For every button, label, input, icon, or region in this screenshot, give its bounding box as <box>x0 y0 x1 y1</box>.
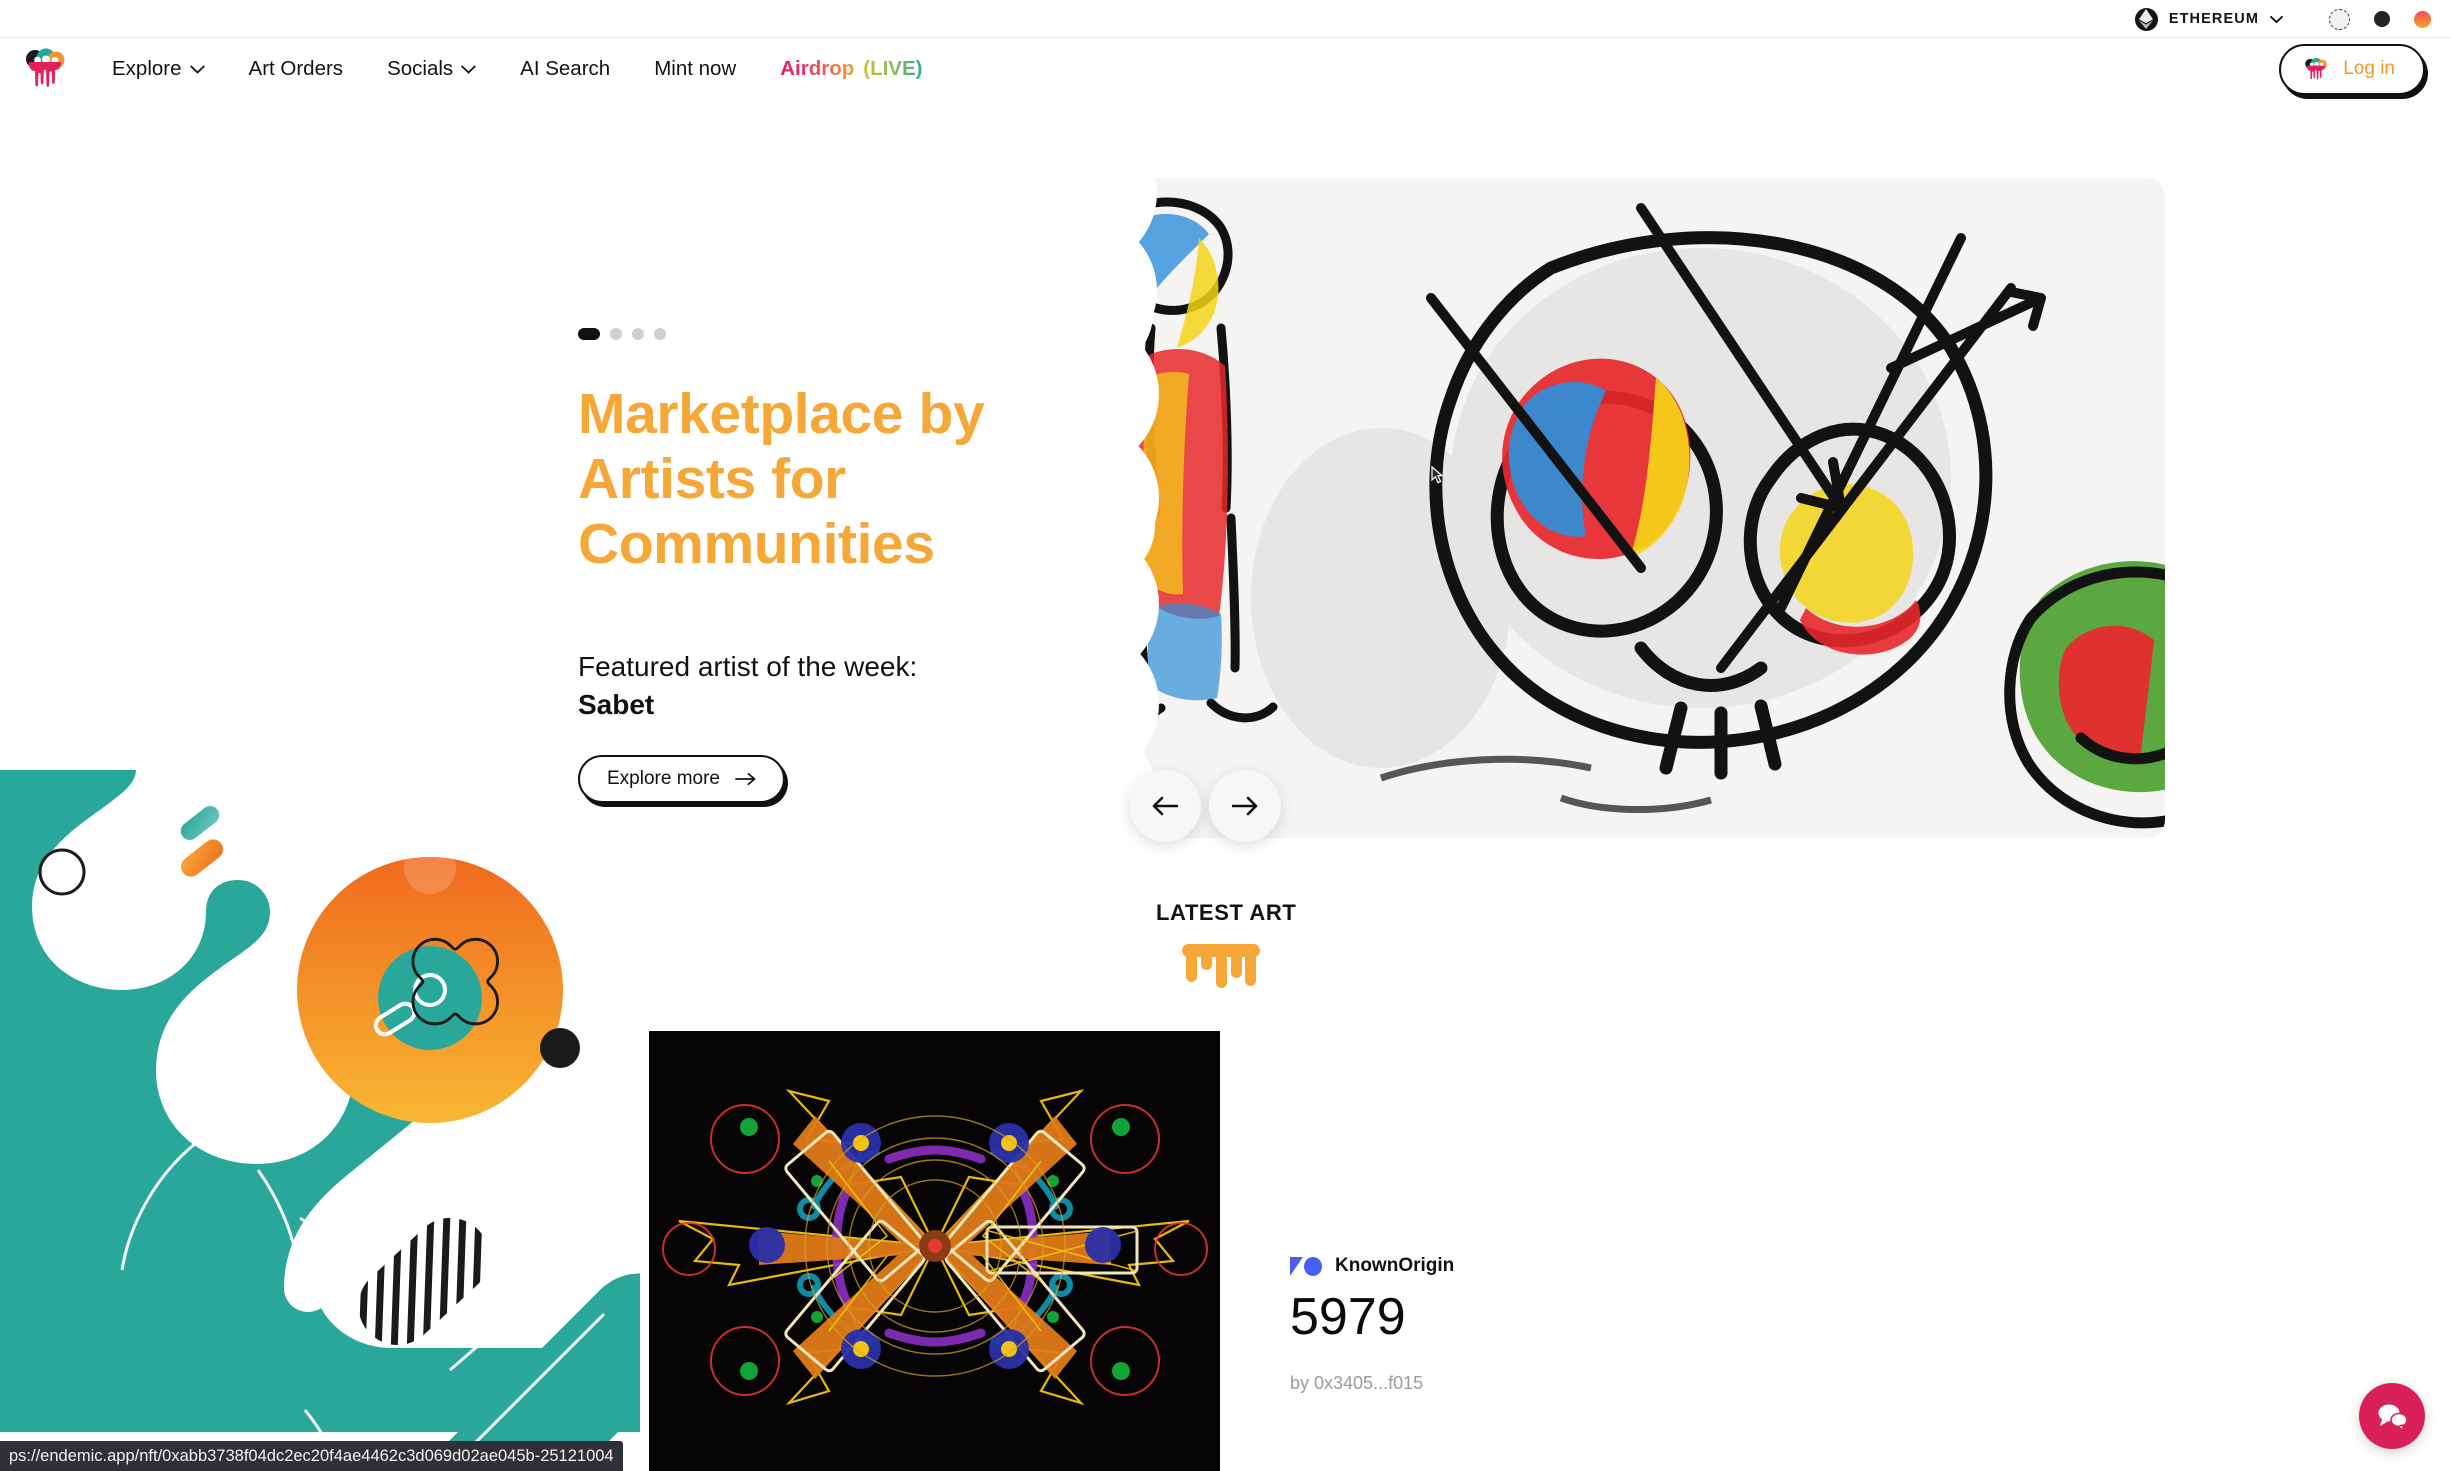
carousel-next-button[interactable] <box>1209 770 1281 842</box>
nft-source[interactable]: KnownOrigin <box>1290 1255 1750 1277</box>
nft-card-meta: KnownOrigin 5979 by 0x3405...f015 <box>1290 1255 1750 1394</box>
arrow-right-icon <box>1232 796 1258 816</box>
carousel-prev-button[interactable] <box>1129 770 1201 842</box>
network-selector[interactable]: ETHEREUM <box>2134 7 2283 31</box>
arrow-right-icon <box>735 772 756 786</box>
nav-label: Art Orders <box>248 57 344 80</box>
chat-bubbles-icon <box>2378 1404 2408 1431</box>
featured-artist-label: Featured artist of the week: <box>578 651 918 682</box>
nav-label: AI Search <box>520 57 611 80</box>
nft-artwork-image <box>649 1031 1220 1471</box>
hero-artwork-image <box>1081 178 2165 838</box>
carousel-dot-3[interactable] <box>632 328 644 340</box>
chevron-down-icon <box>2270 15 2283 23</box>
decorative-shapes <box>0 770 640 1471</box>
nft-artwork-card[interactable] <box>649 1031 1220 1471</box>
ethereum-icon <box>2134 7 2158 31</box>
nav-item-socials[interactable]: Socials <box>365 57 498 81</box>
nav-item-explore[interactable]: Explore <box>112 57 227 81</box>
carousel-dot-2[interactable] <box>610 328 622 340</box>
nav-label: Explore <box>112 57 182 80</box>
chevron-down-icon <box>189 65 205 74</box>
network-label: ETHEREUM <box>2168 11 2259 27</box>
featured-artist-name: Sabet <box>578 688 655 720</box>
carousel-dot-1[interactable] <box>578 328 600 340</box>
carousel-dot-4[interactable] <box>654 328 666 340</box>
nav-links: Explore Art Orders Socials AI Search Min… <box>112 57 944 81</box>
nav-item-art-orders[interactable]: Art Orders <box>227 57 366 81</box>
knownorigin-icon <box>1290 1256 1322 1276</box>
browser-indicator-group <box>2329 8 2431 30</box>
nav-label: Socials <box>387 57 454 80</box>
arrow-left-icon <box>1152 796 1178 816</box>
status-bar-url: ps://endemic.app/nft/0xabb3738f04dc2ec20… <box>0 1441 623 1471</box>
nft-title: 5979 <box>1290 1288 1406 1346</box>
nav-item-ai-search[interactable]: AI Search <box>498 57 632 81</box>
latest-art-heading: LATEST ART <box>1156 900 1297 925</box>
login-button[interactable]: Log in <box>2279 43 2425 95</box>
browser-chrome-bar: ETHEREUM <box>0 0 2451 38</box>
decorative-artwork <box>0 770 640 1471</box>
endemic-logo[interactable] <box>22 45 70 93</box>
endemic-logo-icon <box>2305 57 2328 80</box>
paint-drip-icon <box>1182 944 1260 988</box>
solid-circle-indicator[interactable] <box>2374 11 2390 27</box>
nav-item-airdrop[interactable]: Airdrop (LIVE) <box>758 57 944 81</box>
gradient-circle-indicator[interactable] <box>2414 10 2431 28</box>
nft-author: by 0x3405...f015 <box>1290 1373 1424 1393</box>
airdrop-live-badge: (LIVE) <box>863 57 923 80</box>
chevron-down-icon <box>461 65 476 74</box>
nav-item-mint-now[interactable]: Mint now <box>632 57 758 81</box>
main-navbar: Explore Art Orders Socials AI Search Min… <box>0 38 2451 100</box>
hero-subtitle: Featured artist of the week: Sabet <box>578 648 1098 724</box>
dashed-circle-indicator[interactable] <box>2329 8 2350 30</box>
airdrop-label: Airdrop <box>780 57 855 80</box>
nav-label: Mint now <box>654 57 737 80</box>
hero-title: Marketplace by Artists for Communities <box>578 382 985 576</box>
latest-art-section: LATEST ART <box>1130 900 1480 993</box>
hero-section: Marketplace by Artists for Communities F… <box>0 100 2451 880</box>
hero-carousel-dots <box>578 328 666 340</box>
login-label: Log in <box>2343 58 2395 79</box>
nft-source-name: KnownOrigin <box>1335 1255 1455 1276</box>
chat-widget-button[interactable] <box>2359 1383 2425 1449</box>
hero-artwork[interactable] <box>1081 178 2165 838</box>
